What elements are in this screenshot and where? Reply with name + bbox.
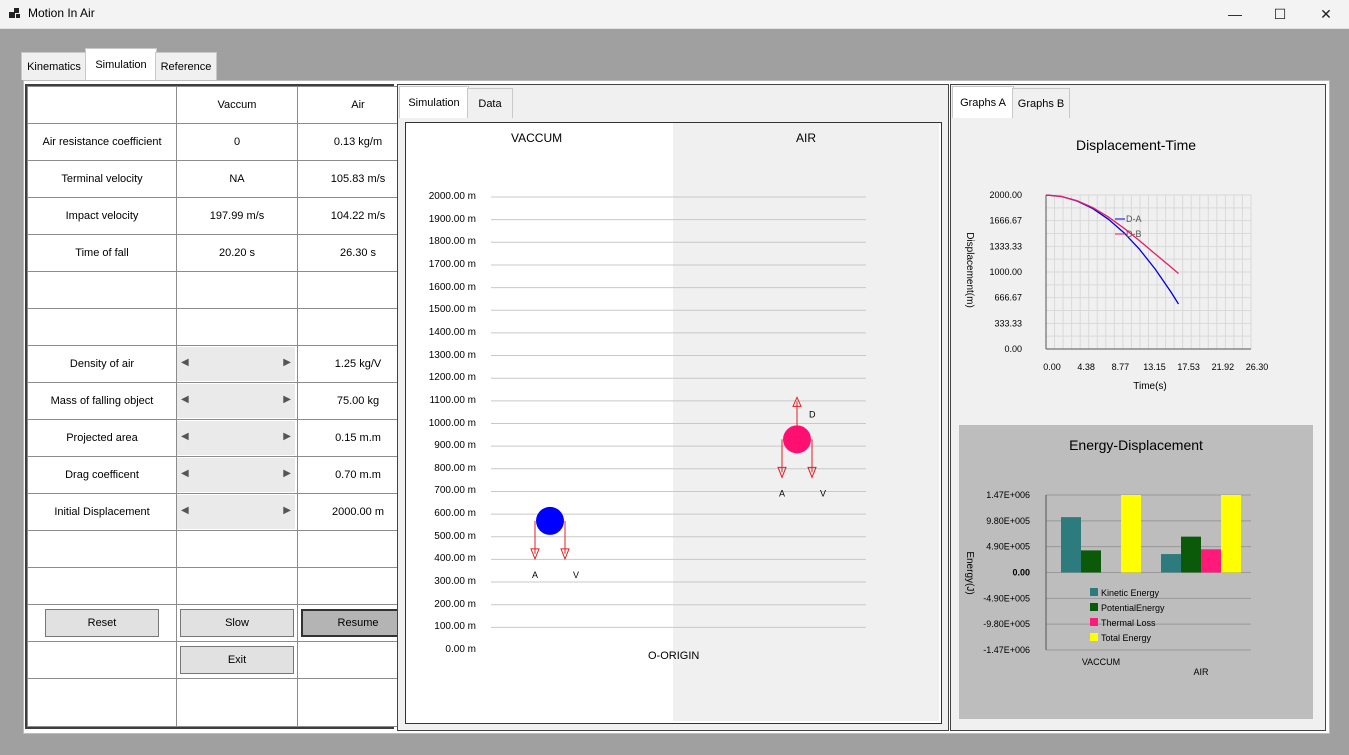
chart-b-bar-potentialenergy xyxy=(1081,550,1101,573)
chart-b-y-tick-label: 9.80E+005 xyxy=(986,516,1030,526)
chart-b-legend-swatch xyxy=(1090,588,1098,596)
chart-a-y-tick-label: 1666.67 xyxy=(989,216,1022,226)
chart-a-x-tick-label: 21.92 xyxy=(1212,362,1235,372)
chart-b-legend-swatch xyxy=(1090,633,1098,641)
chart-a-y-tick-label: 0.00 xyxy=(1004,344,1022,354)
chart-a-x-tick-label: 8.77 xyxy=(1112,362,1130,372)
chart-a-x-tick-label: 4.38 xyxy=(1077,362,1095,372)
chart-b-bar-total-energy xyxy=(1221,495,1241,573)
chart-a-legend-label: D-A xyxy=(1126,214,1142,224)
chart-a-y-tick-label: 2000.00 xyxy=(989,190,1022,200)
chart-a-y-label: Displacement(m) xyxy=(964,232,975,308)
chart-a-x-tick-label: 0.00 xyxy=(1043,362,1061,372)
chart-a-y-tick-label: 1000.00 xyxy=(989,267,1022,277)
chart-b-legend-label: PotentialEnergy xyxy=(1101,603,1165,613)
chart-b-legend-swatch xyxy=(1090,603,1098,611)
chart-a-x-tick-label: 26.30 xyxy=(1246,362,1269,372)
chart-a-y-tick-label: 666.67 xyxy=(994,293,1022,303)
chart-b-legend-label: Kinetic Energy xyxy=(1101,588,1160,598)
chart-a-y-tick-label: 333.33 xyxy=(994,318,1022,328)
chart-a-series-d-b xyxy=(1045,194,1179,275)
chart-b-bar-total-energy xyxy=(1121,495,1141,573)
chart-b-bar-kinetic-energy xyxy=(1161,554,1181,573)
chart-b-bar-potentialenergy xyxy=(1181,536,1201,573)
chart-b-y-tick-label: -4.90E+005 xyxy=(983,593,1030,603)
chart-a-legend-label: D-B xyxy=(1126,229,1142,239)
charts-layer: 2000.00 1666.67 1333.33 1000.00 666.67 333.33… xyxy=(964,190,1269,677)
chart-b-y-tick-label: 0.00 xyxy=(1012,568,1030,578)
chart-b-y-tick-label: 4.90E+005 xyxy=(986,542,1030,552)
chart-b-category-label: AIR xyxy=(1193,667,1209,677)
chart-a-y-tick-label: 1333.33 xyxy=(989,241,1022,251)
chart-a-x-label: Time(s) xyxy=(1133,381,1167,392)
chart-b-legend-swatch xyxy=(1090,618,1098,626)
chart-b-category-label: VACCUM xyxy=(1082,657,1120,667)
chart-b-y-label: Energy(J) xyxy=(964,551,975,594)
chart-b-bar-thermal-loss xyxy=(1201,549,1221,573)
chart-b-y-tick-label: 1.47E+006 xyxy=(986,490,1030,500)
chart-a-x-tick-label: 17.53 xyxy=(1177,362,1200,372)
chart-b-y-tick-label: -1.47E+006 xyxy=(983,645,1030,655)
chart-b-bar-kinetic-energy xyxy=(1061,517,1081,573)
chart-a-x-tick-label: 13.15 xyxy=(1143,362,1166,372)
chart-b-y-tick-label: -9.80E+005 xyxy=(983,619,1030,629)
chart-a-series-d-a xyxy=(1045,194,1180,305)
chart-b-legend-label: Thermal Loss xyxy=(1101,618,1156,628)
chart-b-legend-label: Total Energy xyxy=(1101,633,1152,643)
